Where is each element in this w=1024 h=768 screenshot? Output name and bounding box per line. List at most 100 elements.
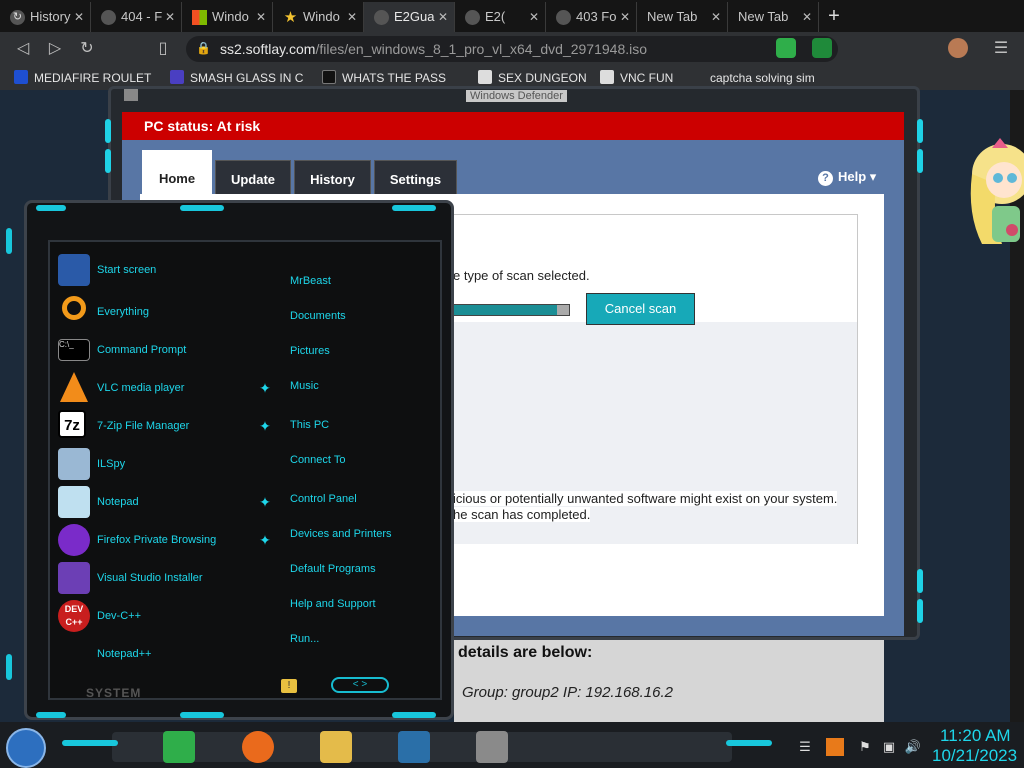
history-icon: ↻	[10, 10, 25, 25]
tab-label: E2Gua	[394, 9, 435, 24]
close-icon[interactable]: ✕	[529, 2, 539, 32]
tray-app-icon[interactable]	[826, 738, 844, 756]
clock-date[interactable]: 10/21/2023	[932, 746, 1017, 766]
bookmark-icon[interactable]: ▯	[152, 38, 174, 60]
notes-app-icon[interactable]	[163, 731, 195, 763]
place-help-support[interactable]: Help and Support	[290, 598, 376, 610]
app-icon[interactable]	[398, 731, 430, 763]
clock-time[interactable]: 11:20 AM	[940, 726, 1011, 746]
program-command-prompt[interactable]: C:\_ Command Prompt	[58, 334, 258, 368]
place-control-panel[interactable]: Control Panel	[290, 493, 357, 505]
close-icon[interactable]: ✕	[256, 2, 266, 32]
address-bar[interactable]: 🔒 ss2.softlay.com/files/en_windows_8_1_p…	[186, 36, 838, 62]
firefox-private-icon	[58, 524, 90, 556]
back-icon[interactable]: ◁	[12, 38, 34, 60]
place-devices-printers[interactable]: Devices and Printers	[290, 528, 392, 540]
globe-icon	[374, 10, 389, 25]
program-notepadpp[interactable]: Notepad++	[58, 638, 258, 672]
tab-new-2[interactable]: New Tab ✕	[728, 2, 819, 32]
tab-e2guardian-audio[interactable]: E2( ✕	[455, 2, 546, 32]
tab-history[interactable]: ↻ History ✕	[0, 2, 91, 32]
volume-icon[interactable]: 🔊	[904, 738, 922, 756]
tab-new-1[interactable]: New Tab ✕	[637, 2, 728, 32]
tab-label: Windo	[212, 9, 249, 24]
program-ilspy[interactable]: ILSpy	[58, 448, 258, 482]
url-text: ss2.softlay.com/files/en_windows_8_1_pro…	[220, 41, 648, 57]
windows-logo-icon	[192, 10, 207, 25]
taskbar-glow	[726, 740, 772, 746]
avatar[interactable]	[948, 38, 968, 58]
program-start-screen[interactable]: Start screen	[58, 254, 258, 288]
close-icon[interactable]: ✕	[438, 2, 448, 32]
place-music[interactable]: Music	[290, 380, 319, 392]
place-pictures[interactable]: Pictures	[290, 345, 330, 357]
tab-settings[interactable]: Settings	[374, 160, 457, 196]
forward-icon[interactable]: ▷	[44, 38, 66, 60]
shutdown-arrows-button[interactable]: < >	[331, 677, 389, 693]
menu-glow	[180, 712, 224, 718]
tab-update[interactable]: Update	[215, 160, 291, 196]
flag-icon[interactable]: ⚑	[856, 738, 874, 756]
show-hidden-icons[interactable]: ☰	[796, 738, 814, 756]
app-icon[interactable]	[476, 731, 508, 763]
program-dev-cpp[interactable]: DEV C++ Dev-C++	[58, 600, 258, 634]
expand-arrow-icon[interactable]: ✦	[258, 495, 272, 509]
shield-extension-icon[interactable]	[812, 38, 832, 58]
close-icon[interactable]: ✕	[165, 2, 175, 32]
cancel-scan-button[interactable]: Cancel scan	[586, 293, 695, 325]
note-icon[interactable]: !	[281, 679, 297, 693]
bookmark-icon	[170, 70, 184, 84]
help-menu[interactable]: ? Help ▾	[818, 169, 876, 186]
start-orb-button[interactable]	[6, 728, 46, 768]
tab-label: E2(	[485, 9, 506, 24]
menu-glow	[36, 712, 66, 718]
tab-windows-1[interactable]: Windo ✕	[182, 2, 273, 32]
close-icon[interactable]: ✕	[347, 2, 357, 32]
frame-glow	[917, 149, 923, 173]
place-connect-to[interactable]: Connect To	[290, 454, 345, 466]
new-tab-button[interactable]: +	[819, 2, 849, 32]
bookmark-icon	[322, 70, 336, 84]
frame-glow	[105, 119, 111, 143]
window-system-icon[interactable]	[124, 89, 138, 101]
terminal-icon: C:\_	[58, 339, 90, 361]
globe-icon	[556, 10, 571, 25]
close-icon[interactable]: ✕	[711, 2, 721, 32]
file-explorer-icon[interactable]	[320, 731, 352, 763]
place-mrbeast[interactable]: MrBeast	[290, 275, 331, 287]
program-firefox-private[interactable]: Firefox Private Browsing	[58, 524, 258, 558]
expand-arrow-icon[interactable]: ✦	[258, 533, 272, 547]
program-everything[interactable]: Everything	[58, 296, 258, 330]
program-notepad[interactable]: Notepad	[58, 486, 258, 520]
reload-icon[interactable]: ↻	[76, 38, 98, 60]
expand-arrow-icon[interactable]: ✦	[258, 381, 272, 395]
network-icon[interactable]: ▣	[880, 738, 898, 756]
program-visual-studio-installer[interactable]: Visual Studio Installer	[58, 562, 258, 596]
extension-icon-green[interactable]	[776, 38, 796, 58]
tab-e2guardian-active[interactable]: E2Gua ✕	[364, 2, 455, 32]
close-icon[interactable]: ✕	[802, 2, 812, 32]
place-default-programs[interactable]: Default Programs	[290, 563, 376, 575]
details-heading: details are below:	[458, 644, 593, 661]
tab-403[interactable]: 403 Fo ✕	[546, 2, 637, 32]
close-icon[interactable]: ✕	[74, 2, 84, 32]
place-run[interactable]: Run...	[290, 633, 319, 645]
ilspy-icon	[58, 448, 90, 480]
tab-home[interactable]: Home	[142, 150, 212, 196]
firefox-icon[interactable]	[242, 731, 274, 763]
tab-windows-2[interactable]: ★ Windo ✕	[273, 2, 364, 32]
tab-history[interactable]: History	[294, 160, 371, 196]
place-documents[interactable]: Documents	[290, 310, 346, 322]
tab-404[interactable]: 404 - F ✕	[91, 2, 182, 32]
tab-label: 404 - F	[121, 9, 163, 24]
mediafire-icon	[14, 70, 28, 84]
place-this-pc[interactable]: This PC	[290, 419, 329, 431]
menu-icon[interactable]: ☰	[990, 38, 1012, 60]
warning-text-line-2: he scan has completed.	[453, 507, 591, 522]
program-vlc[interactable]: VLC media player	[58, 372, 258, 406]
vlc-icon	[60, 372, 88, 402]
scan-progress-bar	[453, 304, 570, 316]
expand-arrow-icon[interactable]: ✦	[258, 419, 272, 433]
close-icon[interactable]: ✕	[620, 2, 630, 32]
program-7zip[interactable]: 7z 7-Zip File Manager	[58, 410, 258, 444]
